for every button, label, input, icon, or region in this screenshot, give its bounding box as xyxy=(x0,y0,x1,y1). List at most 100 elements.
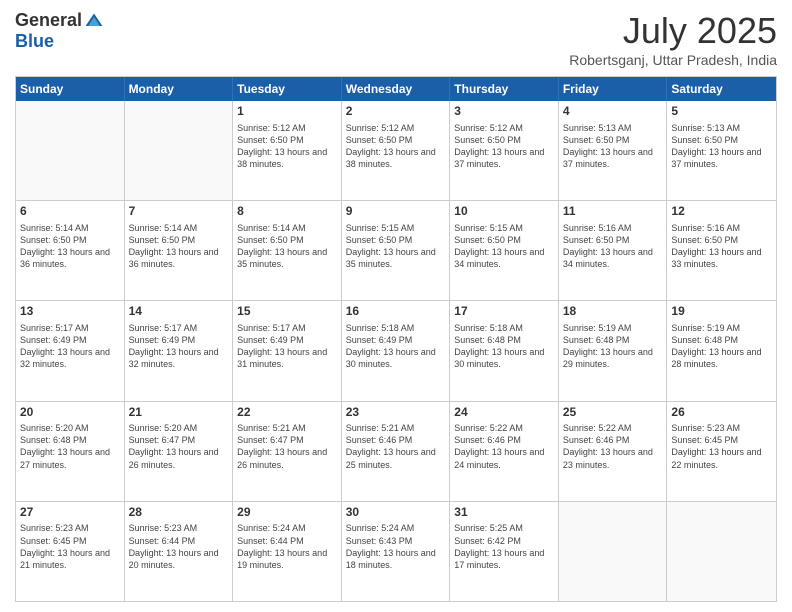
header-tuesday: Tuesday xyxy=(233,77,342,101)
day-number: 2 xyxy=(346,104,446,120)
cell-info: Sunrise: 5:15 AM Sunset: 6:50 PM Dayligh… xyxy=(454,222,554,271)
calendar-cell: 23Sunrise: 5:21 AM Sunset: 6:46 PM Dayli… xyxy=(342,402,451,501)
cell-info: Sunrise: 5:15 AM Sunset: 6:50 PM Dayligh… xyxy=(346,222,446,271)
calendar-row-3: 20Sunrise: 5:20 AM Sunset: 6:48 PM Dayli… xyxy=(16,402,776,502)
cell-info: Sunrise: 5:14 AM Sunset: 6:50 PM Dayligh… xyxy=(237,222,337,271)
cell-info: Sunrise: 5:20 AM Sunset: 6:47 PM Dayligh… xyxy=(129,422,229,471)
cell-info: Sunrise: 5:23 AM Sunset: 6:45 PM Dayligh… xyxy=(671,422,772,471)
cell-info: Sunrise: 5:21 AM Sunset: 6:47 PM Dayligh… xyxy=(237,422,337,471)
day-number: 23 xyxy=(346,405,446,421)
cell-info: Sunrise: 5:23 AM Sunset: 6:45 PM Dayligh… xyxy=(20,522,120,571)
cell-info: Sunrise: 5:19 AM Sunset: 6:48 PM Dayligh… xyxy=(671,322,772,371)
header-saturday: Saturday xyxy=(667,77,776,101)
day-number: 20 xyxy=(20,405,120,421)
title-block: July 2025 Robertsganj, Uttar Pradesh, In… xyxy=(569,10,777,68)
cell-info: Sunrise: 5:16 AM Sunset: 6:50 PM Dayligh… xyxy=(563,222,663,271)
cell-info: Sunrise: 5:19 AM Sunset: 6:48 PM Dayligh… xyxy=(563,322,663,371)
day-number: 16 xyxy=(346,304,446,320)
calendar-cell: 27Sunrise: 5:23 AM Sunset: 6:45 PM Dayli… xyxy=(16,502,125,601)
cell-info: Sunrise: 5:17 AM Sunset: 6:49 PM Dayligh… xyxy=(20,322,120,371)
calendar-cell: 2 Sunrise: 5:12 AM Sunset: 6:50 PM Daylig… xyxy=(342,101,451,200)
day-number: 11 xyxy=(563,204,663,220)
calendar-row-4: 27Sunrise: 5:23 AM Sunset: 6:45 PM Dayli… xyxy=(16,502,776,601)
day-number: 28 xyxy=(129,505,229,521)
calendar-cell: 1 Sunrise: 5:12 AM Sunset: 6:50 PM Daylig… xyxy=(233,101,342,200)
calendar-cell: 16 Sunrise: 5:18 AM Sunset: 6:49 PM Dayli… xyxy=(342,301,451,400)
day-number: 25 xyxy=(563,405,663,421)
calendar-cell: 29Sunrise: 5:24 AM Sunset: 6:44 PM Dayli… xyxy=(233,502,342,601)
calendar-cell: 10 Sunrise: 5:15 AM Sunset: 6:50 PM Dayli… xyxy=(450,201,559,300)
location: Robertsganj, Uttar Pradesh, India xyxy=(569,52,777,68)
cell-info: Sunrise: 5:17 AM Sunset: 6:49 PM Dayligh… xyxy=(237,322,337,371)
header-sunday: Sunday xyxy=(16,77,125,101)
calendar-cell: 6 Sunrise: 5:14 AM Sunset: 6:50 PM Daylig… xyxy=(16,201,125,300)
day-number: 15 xyxy=(237,304,337,320)
cell-info: Sunrise: 5:21 AM Sunset: 6:46 PM Dayligh… xyxy=(346,422,446,471)
cell-info: Sunrise: 5:12 AM Sunset: 6:50 PM Dayligh… xyxy=(346,122,446,171)
logo-icon xyxy=(84,11,104,31)
calendar-cell: 12Sunrise: 5:16 AM Sunset: 6:50 PM Dayli… xyxy=(667,201,776,300)
calendar-cell xyxy=(16,101,125,200)
day-number: 7 xyxy=(129,204,229,220)
header: General Blue July 2025 Robertsganj, Utta… xyxy=(15,10,777,68)
day-number: 4 xyxy=(563,104,663,120)
calendar-cell: 22Sunrise: 5:21 AM Sunset: 6:47 PM Dayli… xyxy=(233,402,342,501)
calendar-cell: 26Sunrise: 5:23 AM Sunset: 6:45 PM Dayli… xyxy=(667,402,776,501)
calendar-cell: 15 Sunrise: 5:17 AM Sunset: 6:49 PM Dayli… xyxy=(233,301,342,400)
cell-info: Sunrise: 5:12 AM Sunset: 6:50 PM Dayligh… xyxy=(237,122,337,171)
calendar-cell: 25Sunrise: 5:22 AM Sunset: 6:46 PM Dayli… xyxy=(559,402,668,501)
calendar-row-1: 6 Sunrise: 5:14 AM Sunset: 6:50 PM Daylig… xyxy=(16,201,776,301)
cell-info: Sunrise: 5:20 AM Sunset: 6:48 PM Dayligh… xyxy=(20,422,120,471)
header-monday: Monday xyxy=(125,77,234,101)
calendar-row-2: 13 Sunrise: 5:17 AM Sunset: 6:49 PM Dayli… xyxy=(16,301,776,401)
cell-info: Sunrise: 5:14 AM Sunset: 6:50 PM Dayligh… xyxy=(129,222,229,271)
cell-info: Sunrise: 5:18 AM Sunset: 6:48 PM Dayligh… xyxy=(454,322,554,371)
day-number: 8 xyxy=(237,204,337,220)
cell-info: Sunrise: 5:12 AM Sunset: 6:50 PM Dayligh… xyxy=(454,122,554,171)
day-number: 13 xyxy=(20,304,120,320)
logo-general-text: General xyxy=(15,10,82,31)
day-number: 24 xyxy=(454,405,554,421)
day-number: 14 xyxy=(129,304,229,320)
calendar-cell: 13 Sunrise: 5:17 AM Sunset: 6:49 PM Dayli… xyxy=(16,301,125,400)
day-number: 27 xyxy=(20,505,120,521)
logo: General Blue xyxy=(15,10,104,52)
calendar-cell xyxy=(667,502,776,601)
day-number: 21 xyxy=(129,405,229,421)
calendar-cell: 8 Sunrise: 5:14 AM Sunset: 6:50 PM Daylig… xyxy=(233,201,342,300)
cell-info: Sunrise: 5:16 AM Sunset: 6:50 PM Dayligh… xyxy=(671,222,772,271)
calendar-cell: 7 Sunrise: 5:14 AM Sunset: 6:50 PM Daylig… xyxy=(125,201,234,300)
day-number: 10 xyxy=(454,204,554,220)
calendar-cell: 4Sunrise: 5:13 AM Sunset: 6:50 PM Daylig… xyxy=(559,101,668,200)
calendar-cell xyxy=(559,502,668,601)
calendar-cell: 30Sunrise: 5:24 AM Sunset: 6:43 PM Dayli… xyxy=(342,502,451,601)
calendar-header: Sunday Monday Tuesday Wednesday Thursday… xyxy=(16,77,776,101)
day-number: 26 xyxy=(671,405,772,421)
month-year: July 2025 xyxy=(569,10,777,52)
day-number: 30 xyxy=(346,505,446,521)
calendar-cell: 28Sunrise: 5:23 AM Sunset: 6:44 PM Dayli… xyxy=(125,502,234,601)
cell-info: Sunrise: 5:22 AM Sunset: 6:46 PM Dayligh… xyxy=(563,422,663,471)
day-number: 22 xyxy=(237,405,337,421)
cell-info: Sunrise: 5:18 AM Sunset: 6:49 PM Dayligh… xyxy=(346,322,446,371)
cell-info: Sunrise: 5:24 AM Sunset: 6:43 PM Dayligh… xyxy=(346,522,446,571)
calendar-cell: 5Sunrise: 5:13 AM Sunset: 6:50 PM Daylig… xyxy=(667,101,776,200)
logo-blue-text: Blue xyxy=(15,31,54,52)
calendar-body: 1 Sunrise: 5:12 AM Sunset: 6:50 PM Daylig… xyxy=(16,101,776,601)
day-number: 1 xyxy=(237,104,337,120)
day-number: 31 xyxy=(454,505,554,521)
header-friday: Friday xyxy=(559,77,668,101)
cell-info: Sunrise: 5:14 AM Sunset: 6:50 PM Dayligh… xyxy=(20,222,120,271)
calendar-cell xyxy=(125,101,234,200)
day-number: 18 xyxy=(563,304,663,320)
calendar-cell: 17Sunrise: 5:18 AM Sunset: 6:48 PM Dayli… xyxy=(450,301,559,400)
calendar-cell: 19Sunrise: 5:19 AM Sunset: 6:48 PM Dayli… xyxy=(667,301,776,400)
day-number: 6 xyxy=(20,204,120,220)
cell-info: Sunrise: 5:17 AM Sunset: 6:49 PM Dayligh… xyxy=(129,322,229,371)
calendar-cell: 21Sunrise: 5:20 AM Sunset: 6:47 PM Dayli… xyxy=(125,402,234,501)
calendar-cell: 9Sunrise: 5:15 AM Sunset: 6:50 PM Daylig… xyxy=(342,201,451,300)
calendar-cell: 31Sunrise: 5:25 AM Sunset: 6:42 PM Dayli… xyxy=(450,502,559,601)
calendar-cell: 18 Sunrise: 5:19 AM Sunset: 6:48 PM Dayli… xyxy=(559,301,668,400)
calendar-cell: 3Sunrise: 5:12 AM Sunset: 6:50 PM Daylig… xyxy=(450,101,559,200)
cell-info: Sunrise: 5:25 AM Sunset: 6:42 PM Dayligh… xyxy=(454,522,554,571)
